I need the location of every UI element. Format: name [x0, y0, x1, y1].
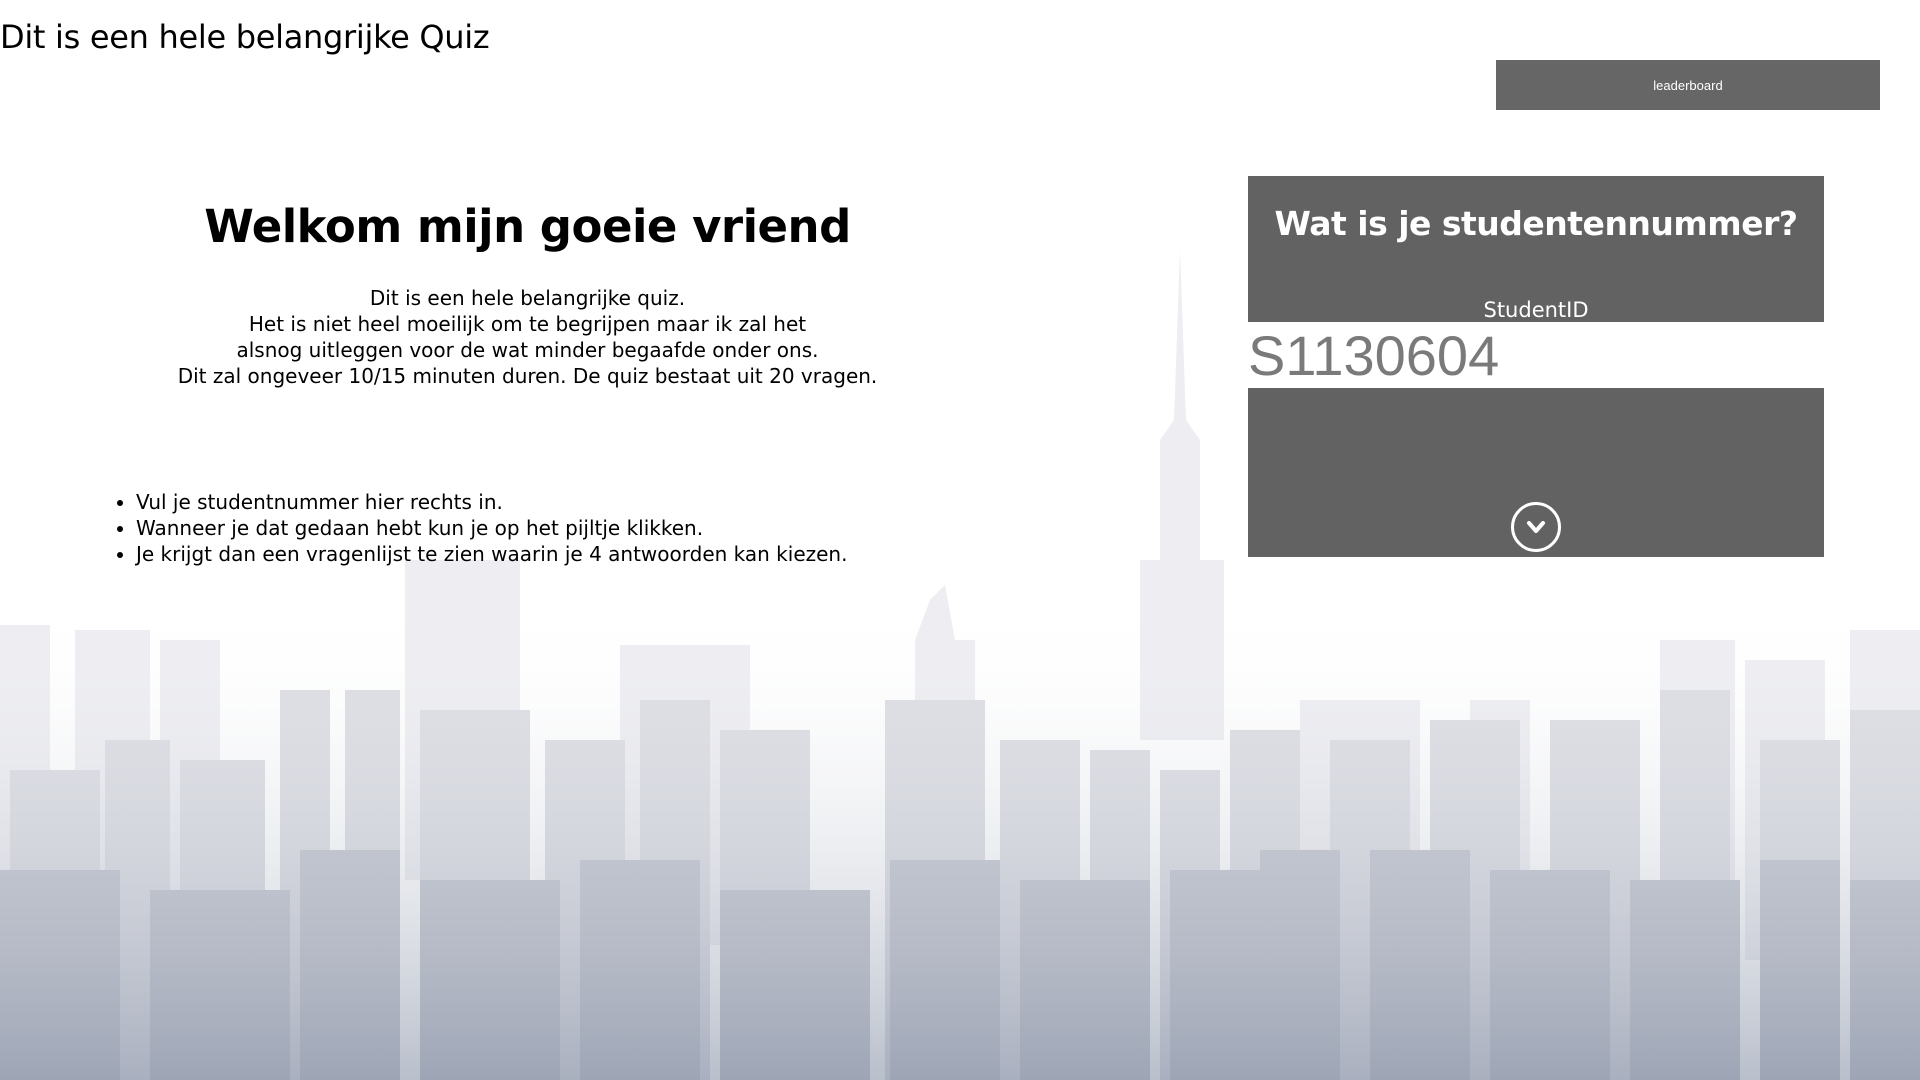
- intro-text: Dit is een hele belangrijke quiz. Het is…: [110, 285, 945, 389]
- leaderboard-button[interactable]: leaderboard: [1496, 60, 1880, 110]
- welcome-heading: Welkom mijn goeie vriend: [204, 200, 851, 253]
- intro-line: alsnog uitleggen voor de wat minder bega…: [236, 338, 819, 362]
- instruction-item: Vul je studentnummer hier rechts in.: [136, 489, 847, 515]
- login-panel-header: Wat is je studentennummer? StudentID: [1248, 176, 1824, 322]
- intro-line: Dit zal ongeveer 10/15 minuten duren. De…: [177, 364, 878, 388]
- student-login-panel: Wat is je studentennummer? StudentID: [1248, 176, 1824, 557]
- instructions-list: Vul je studentnummer hier rechts in. Wan…: [110, 489, 847, 567]
- instruction-item: Je krijgt dan een vragenlijst te zien wa…: [136, 541, 847, 567]
- student-id-input[interactable]: [1248, 322, 1824, 388]
- site-title: Dit is een hele belangrijke Quiz: [0, 18, 490, 56]
- intro-line: Het is niet heel moeilijk om te begrijpe…: [248, 312, 807, 336]
- quiz-page: Dit is een hele belangrijke Quiz leaderb…: [0, 0, 1920, 1080]
- submit-arrow-button[interactable]: [1511, 502, 1561, 552]
- instruction-item: Wanneer je dat gedaan hebt kun je op het…: [136, 515, 847, 541]
- login-panel-footer: [1248, 388, 1824, 557]
- chevron-down-icon: [1527, 521, 1545, 533]
- intro-line: Dit is een hele belangrijke quiz.: [369, 286, 686, 310]
- student-number-question: Wat is je studentennummer?: [1274, 204, 1799, 243]
- welcome-section: Welkom mijn goeie vriend Dit is een hele…: [110, 200, 945, 389]
- student-id-label: StudentID: [1483, 298, 1589, 322]
